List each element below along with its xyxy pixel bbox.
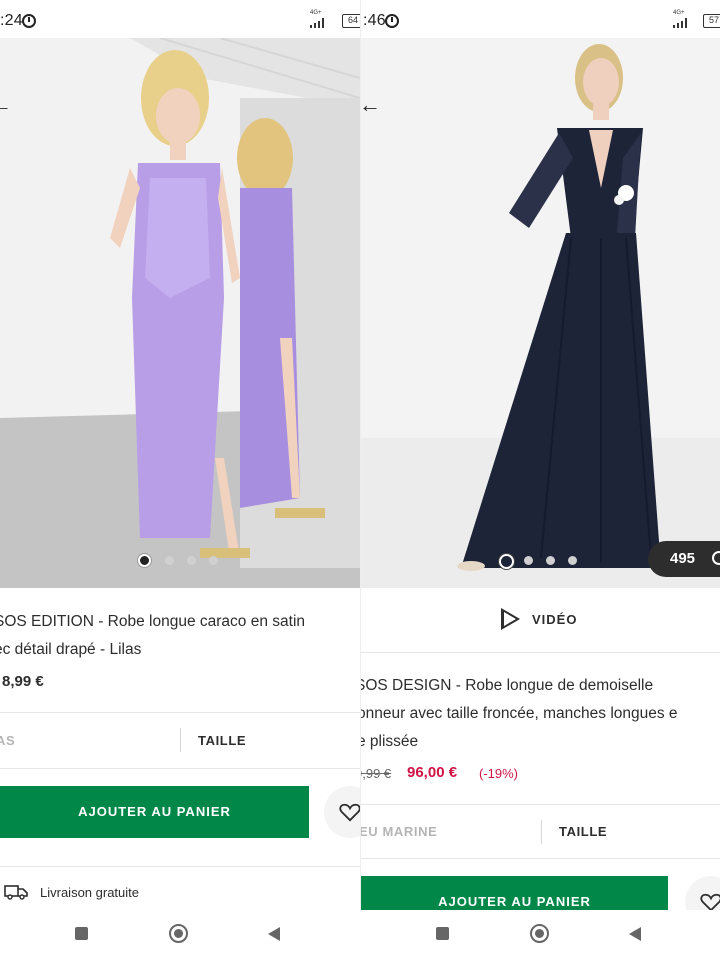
product-photo-lilac-dress bbox=[0, 38, 360, 588]
nav-back-icon[interactable] bbox=[268, 927, 280, 941]
gallery-dot-3[interactable] bbox=[546, 556, 555, 565]
add-to-cart-button[interactable]: AJOUTER AU PANIER bbox=[361, 876, 668, 910]
gallery-dot-3[interactable] bbox=[187, 556, 196, 565]
product-title-line-1: SOS EDITION - Robe longue caraco en sati… bbox=[0, 613, 306, 630]
nav-recents-icon[interactable] bbox=[436, 927, 449, 940]
save-count: 495 bbox=[670, 550, 696, 567]
truck-icon bbox=[4, 885, 28, 900]
original-price: 9,99 € bbox=[361, 766, 392, 781]
battery-icon: 64 bbox=[342, 14, 360, 28]
heart-icon bbox=[339, 803, 360, 822]
status-bar: :46 4G+ 57 bbox=[361, 0, 720, 38]
android-nav-bar bbox=[0, 910, 720, 959]
add-to-cart-button[interactable]: AJOUTER AU PANIER bbox=[0, 786, 309, 838]
product-price: 8,99 € bbox=[2, 673, 44, 690]
play-icon bbox=[501, 608, 520, 630]
gallery-dot-4[interactable] bbox=[209, 556, 218, 565]
heart-icon bbox=[700, 893, 720, 910]
gallery-dot-2[interactable] bbox=[524, 556, 533, 565]
gallery-dot-2[interactable] bbox=[165, 556, 174, 565]
video-label: VIDÉO bbox=[532, 612, 578, 627]
colour-selector[interactable]: EU MARINE bbox=[361, 824, 437, 839]
product-image-gallery[interactable]: ← bbox=[361, 38, 720, 588]
size-selector[interactable]: TAILLE bbox=[559, 824, 607, 839]
divider bbox=[0, 866, 360, 867]
selector-divider bbox=[180, 728, 181, 752]
status-bar: :24 4G+ 64 bbox=[0, 0, 360, 38]
left-screenshot: :24 4G+ 64 ← SOS EDITION - Robe longue c… bbox=[0, 0, 360, 910]
gallery-dot-1[interactable] bbox=[499, 554, 514, 569]
divider bbox=[361, 858, 720, 859]
status-time: :24 bbox=[0, 12, 23, 29]
gallery-pagination[interactable] bbox=[138, 554, 228, 568]
nav-home-icon[interactable] bbox=[169, 924, 188, 943]
divider bbox=[361, 652, 720, 653]
back-arrow-icon[interactable]: ← bbox=[0, 94, 12, 116]
wishlist-button[interactable] bbox=[685, 876, 720, 910]
gallery-pagination[interactable] bbox=[499, 554, 589, 569]
status-time: :46 bbox=[363, 12, 386, 29]
divider bbox=[0, 768, 360, 769]
save-count-pill[interactable]: 495 bbox=[648, 541, 720, 577]
product-photo-navy-dress bbox=[361, 38, 720, 588]
gallery-dot-4[interactable] bbox=[568, 556, 577, 565]
sale-price: 96,00 € bbox=[407, 764, 458, 781]
heart-icon bbox=[712, 551, 720, 565]
delivery-info: Livraison gratuite bbox=[40, 885, 139, 900]
product-image-gallery[interactable]: ← bbox=[0, 38, 360, 588]
product-title-line-3: e plissée bbox=[360, 733, 419, 750]
colour-selector[interactable]: AS bbox=[0, 733, 15, 748]
nav-recents-icon[interactable] bbox=[75, 927, 88, 940]
nav-home-icon[interactable] bbox=[530, 924, 549, 943]
selector-divider bbox=[541, 820, 542, 844]
wishlist-button[interactable] bbox=[324, 786, 360, 838]
divider bbox=[361, 804, 720, 805]
back-arrow-icon[interactable]: ← bbox=[361, 94, 381, 116]
alarm-icon bbox=[22, 14, 36, 28]
right-screenshot: :46 4G+ 57 ← VIDÉO SOS DESIGN - Robe lon… bbox=[360, 0, 720, 910]
discount-badge: (-19%) bbox=[479, 766, 519, 781]
alarm-icon bbox=[385, 14, 399, 28]
nav-back-icon[interactable] bbox=[629, 927, 641, 941]
product-title-line-1: SOS DESIGN - Robe longue de demoiselle bbox=[360, 677, 654, 694]
product-title-line-2: onneur avec taille froncée, manches long… bbox=[360, 705, 678, 722]
product-title-line-2: ec détail drapé - Lilas bbox=[0, 641, 142, 658]
divider bbox=[0, 712, 360, 713]
gallery-dot-1[interactable] bbox=[138, 554, 151, 567]
battery-icon: 57 bbox=[703, 14, 720, 28]
size-selector[interactable]: TAILLE bbox=[198, 733, 246, 748]
